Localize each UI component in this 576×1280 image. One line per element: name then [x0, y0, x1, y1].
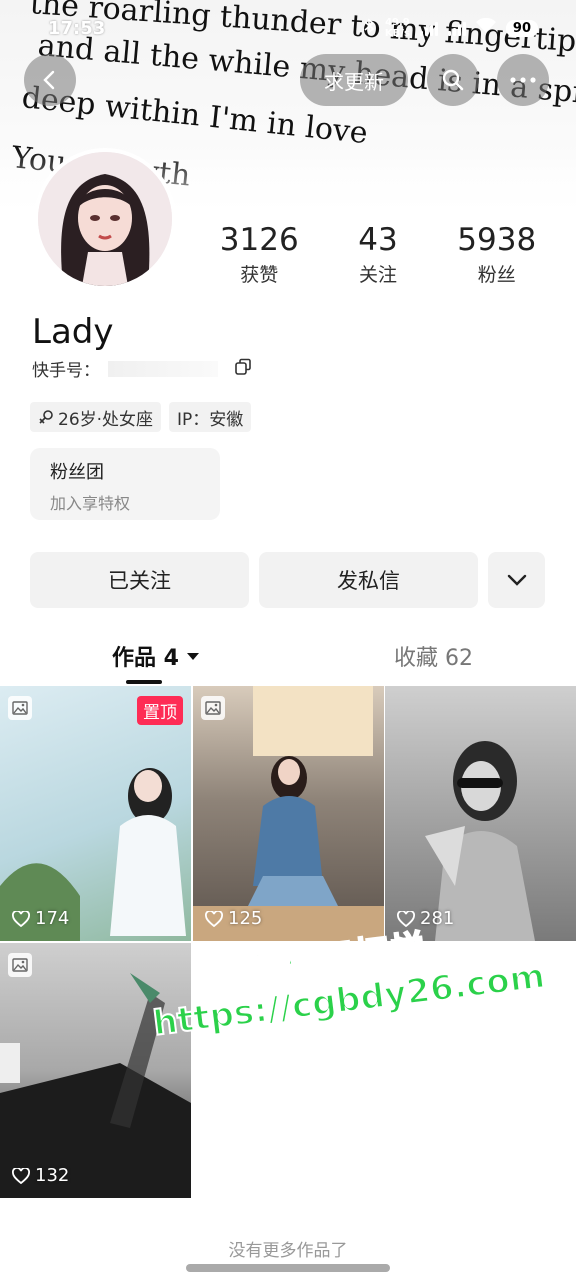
pinned-badge: 置顶 [137, 696, 183, 725]
avatar[interactable] [34, 148, 176, 290]
more-button[interactable] [497, 54, 549, 106]
copy-icon[interactable] [234, 358, 252, 376]
post-tile[interactable]: 125 [193, 686, 384, 941]
image-post-icon [201, 696, 225, 720]
fan-club-title: 粉丝团 [50, 462, 104, 483]
post-likes-count: 132 [35, 1165, 70, 1186]
more-icon [510, 77, 536, 83]
tab-works-label: 作品 4 [112, 646, 179, 671]
search-icon [442, 69, 464, 91]
stat-fans-label: 粉丝 [477, 264, 516, 286]
image-post-icon [8, 696, 32, 720]
fan-club-card[interactable]: 粉丝团 加入享特权 [30, 448, 220, 520]
signal-icon [419, 20, 438, 36]
wifi-icon [475, 17, 496, 38]
content-tabs: 作品 4 收藏 62 [0, 636, 576, 686]
battery-indicator: 90 [505, 19, 538, 37]
tab-favorites[interactable]: 收藏 62 [394, 640, 473, 672]
stat-likes[interactable]: 3126 获赞 [220, 222, 299, 287]
back-button[interactable] [24, 54, 76, 106]
post-tile[interactable]: 281 [385, 686, 576, 941]
status-bar: 17:53 49.9 KB/s 90 [0, 0, 576, 56]
tag-ip: IP：安徽 [169, 402, 252, 432]
network-speed: 49.9 KB/s [385, 17, 410, 39]
female-icon [39, 410, 53, 424]
heart-icon [12, 1167, 30, 1184]
home-indicator[interactable] [186, 1264, 390, 1272]
end-of-list-text: 没有更多作品了 [228, 1241, 348, 1261]
post-likes-count: 125 [228, 908, 263, 929]
post-likes: 174 [12, 908, 69, 929]
message-button[interactable]: 发私信 [259, 552, 478, 608]
tab-active-indicator [126, 680, 162, 684]
network-speed-unit: KB/s [384, 28, 410, 39]
status-icons: 49.9 KB/s 90 [363, 17, 538, 39]
kuaishou-id-label: 快手号： [32, 361, 100, 381]
kuaishou-id-value-redacted [108, 360, 218, 377]
network-speed-value: 49.9 [385, 17, 410, 28]
stat-fans[interactable]: 5938 粉丝 [457, 222, 536, 287]
chevron-left-icon [43, 70, 55, 90]
fan-club-subtitle: 加入享特权 [50, 494, 131, 513]
stat-following-label: 关注 [358, 264, 397, 286]
post-likes-count: 174 [35, 908, 70, 929]
bluetooth-icon [363, 18, 375, 38]
heart-icon [205, 910, 223, 927]
profile-name: Lady [32, 312, 114, 352]
request-update-button[interactable]: 求更新 [300, 54, 408, 106]
followed-button[interactable]: 已关注 [30, 552, 249, 608]
profile-tags: 26岁·处女座 IP：安徽 [30, 402, 252, 432]
profile-stats: 3126 获赞 43 关注 5938 粉丝 [190, 222, 566, 287]
stat-fans-value: 5938 [457, 222, 537, 258]
stat-following[interactable]: 43 关注 [358, 222, 397, 287]
image-post-icon [8, 953, 32, 977]
stat-following-value: 43 [358, 222, 398, 258]
status-time: 17:53 [48, 17, 106, 39]
profile-actions: 已关注 发私信 [30, 552, 545, 608]
avatar-image [38, 152, 172, 286]
tag-age: 26岁·处女座 [30, 402, 162, 432]
caret-down-icon [186, 652, 199, 660]
stat-likes-value: 3126 [219, 222, 299, 258]
chevron-down-icon [507, 574, 526, 586]
post-thumbnail [425, 741, 535, 941]
post-likes: 125 [205, 908, 262, 929]
post-thumbnail [193, 686, 384, 941]
tag-ip-text: IP：安徽 [177, 409, 244, 430]
profile-page: the roarling thunder to my fingertip and… [0, 0, 576, 1280]
tag-age-text: 26岁·处女座 [58, 409, 154, 430]
signal-icon [447, 20, 466, 36]
expand-button[interactable] [488, 552, 545, 608]
search-button[interactable] [427, 54, 479, 106]
stat-likes-label: 获赞 [240, 264, 279, 286]
heart-icon [12, 910, 30, 927]
post-likes: 132 [12, 1165, 69, 1186]
tab-works[interactable]: 作品 4 [112, 640, 199, 672]
post-tile[interactable]: 置顶 174 [0, 686, 191, 941]
